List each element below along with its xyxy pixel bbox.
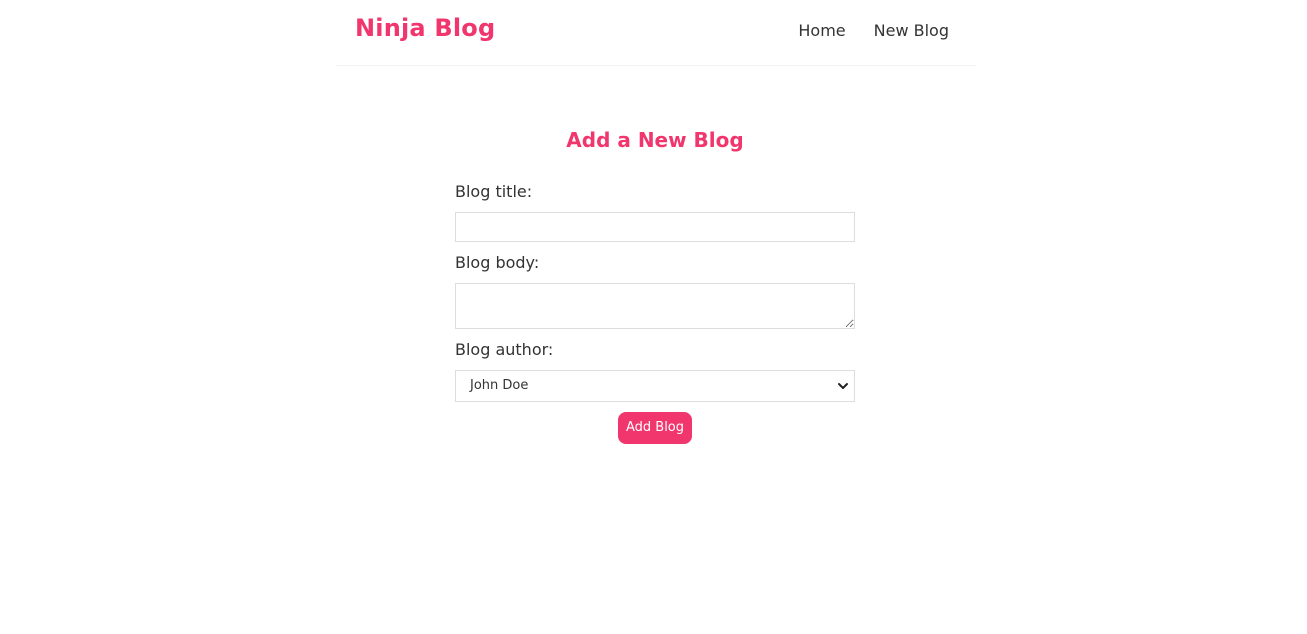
submit-row: Add Blog (455, 412, 855, 444)
blog-body-textarea[interactable] (455, 283, 855, 329)
blog-author-select[interactable]: John Doe (455, 370, 855, 402)
add-blog-button[interactable]: Add Blog (617, 412, 693, 444)
blog-author-label: Blog author: (455, 340, 554, 359)
nav-links: Home New Blog (798, 21, 949, 40)
blog-title-input[interactable] (455, 212, 855, 242)
nav-link-new-blog[interactable]: New Blog (874, 21, 949, 40)
blog-author-selected-value: John Doe (470, 378, 529, 393)
navbar: Ninja Blog Home New Blog (336, 0, 976, 66)
chevron-down-icon (838, 383, 848, 389)
create-blog-form: Add a New Blog Blog title: Blog body: Bl… (455, 126, 855, 444)
page-title: Add a New Blog (566, 128, 744, 152)
blog-title-label: Blog title: (455, 182, 533, 201)
blog-body-label: Blog body: (455, 253, 540, 272)
site-logo[interactable]: Ninja Blog (355, 14, 495, 42)
nav-link-home[interactable]: Home (798, 21, 845, 40)
